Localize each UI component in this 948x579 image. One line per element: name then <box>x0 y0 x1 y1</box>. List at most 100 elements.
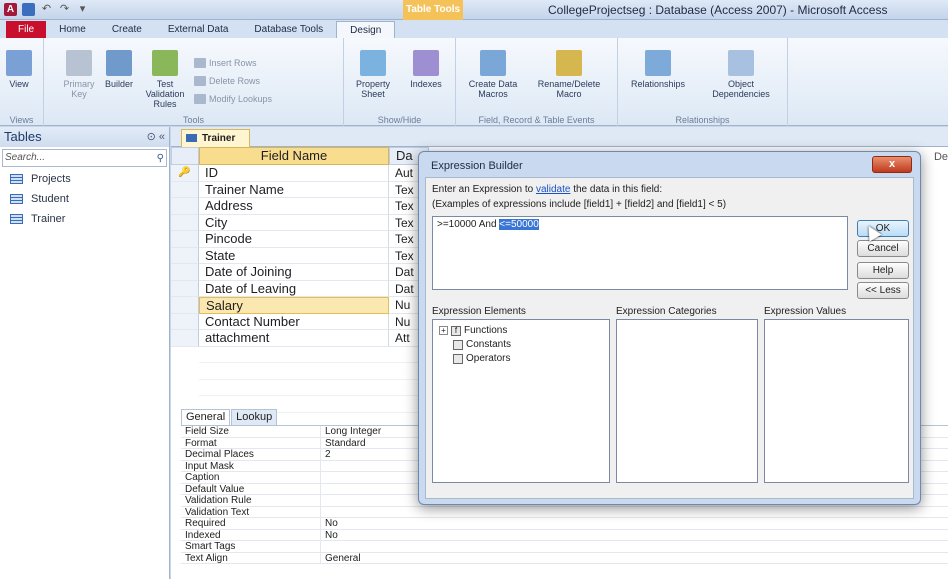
row-selector[interactable] <box>171 330 199 347</box>
expression-text: >=10000 And <box>437 219 500 230</box>
property-value[interactable] <box>321 507 948 518</box>
field-name-cell[interactable]: ID <box>199 165 389 182</box>
object-dependencies-button[interactable]: Object Dependencies <box>704 50 778 99</box>
indexes-button[interactable]: Indexes <box>404 50 448 89</box>
field-name-cell[interactable]: Contact Number <box>199 313 389 330</box>
row-selector[interactable] <box>171 313 199 330</box>
row-selector-header <box>171 147 199 165</box>
row-selector[interactable] <box>171 280 199 297</box>
relationships-button[interactable]: Relationships <box>624 50 692 89</box>
row-selector[interactable] <box>171 214 199 231</box>
field-name-cell[interactable]: Address <box>199 198 389 215</box>
customize-qat-icon[interactable]: ▾ <box>76 3 89 16</box>
property-row[interactable]: Validation Text <box>181 506 948 518</box>
key-icon <box>66 50 92 76</box>
tab-external-data[interactable]: External Data <box>155 21 242 38</box>
undo-icon[interactable]: ↶ <box>40 3 53 16</box>
modify-lookups-button[interactable]: Modify Lookups <box>194 94 272 104</box>
row-selector[interactable] <box>171 198 199 215</box>
tab-design[interactable]: Design <box>336 21 396 38</box>
group-tools: Primary Key Builder Test Validation Rule… <box>44 38 344 126</box>
expression-categories-list[interactable] <box>616 319 758 483</box>
row-selector[interactable] <box>171 297 199 314</box>
less-button[interactable]: << Less <box>857 282 909 299</box>
insert-rows-button[interactable]: Insert Rows <box>194 58 257 68</box>
view-button[interactable]: View <box>6 50 32 89</box>
cancel-button[interactable]: Cancel <box>857 240 909 257</box>
delete-rows-button[interactable]: Delete Rows <box>194 76 260 86</box>
help-button[interactable]: Help <box>857 262 909 279</box>
tab-home[interactable]: Home <box>46 21 99 38</box>
access-logo-icon[interactable]: A <box>4 3 17 16</box>
dialog-body: Enter an Expression to validate the data… <box>425 177 914 499</box>
property-row[interactable]: Text Align General <box>181 552 948 564</box>
nav-search-input[interactable]: Search... ⚲ <box>2 149 167 167</box>
tab-database-tools[interactable]: Database Tools <box>241 21 336 38</box>
tree-item-constants[interactable]: Constants <box>453 339 511 350</box>
dialog-close-button[interactable]: x <box>872 156 912 173</box>
field-name-cell[interactable]: Date of Leaving <box>199 280 389 297</box>
property-row[interactable]: Required No <box>181 518 948 530</box>
indexes-lightning-icon <box>413 50 439 76</box>
tree-item-operators[interactable]: Operators <box>453 353 510 364</box>
builder-button[interactable]: Builder <box>102 50 136 89</box>
tab-lookup[interactable]: Lookup <box>231 409 278 425</box>
modify-lookups-label: Modify Lookups <box>209 94 273 104</box>
expression-builder-dialog: Expression Builder x Enter an Expression… <box>418 151 921 505</box>
save-icon[interactable] <box>22 3 35 16</box>
property-label: Decimal Places <box>181 449 321 461</box>
tab-general[interactable]: General <box>181 409 231 425</box>
expression-categories-label: Expression Categories <box>616 306 717 317</box>
table-icon <box>10 174 23 184</box>
expand-plus-icon[interactable]: + <box>439 326 448 335</box>
property-row[interactable]: Smart Tags <box>181 541 948 553</box>
field-name-cell[interactable]: Salary <box>199 297 389 314</box>
field-name-cell[interactable]: Pincode <box>199 231 389 248</box>
nav-item-trainer[interactable]: Trainer <box>0 209 169 229</box>
group-label-show-hide: Show/Hide <box>377 115 422 125</box>
row-selector[interactable] <box>171 264 199 281</box>
nav-item-label: Trainer <box>31 213 66 225</box>
rename-macro-icon <box>556 50 582 76</box>
document-tab-trainer[interactable]: Trainer <box>181 129 251 147</box>
navigation-pane: Tables ⊙ « Search... ⚲ Projects Student … <box>0 127 170 579</box>
tree-item-functions[interactable]: + f Functions <box>439 325 507 336</box>
empty-field-row[interactable] <box>199 380 429 396</box>
empty-field-row[interactable] <box>199 363 429 380</box>
validate-link[interactable]: validate <box>536 184 570 195</box>
nav-item-projects[interactable]: Projects <box>0 169 169 189</box>
field-name-cell[interactable]: attachment <box>199 330 389 347</box>
row-selector[interactable] <box>171 247 199 264</box>
field-name-cell[interactable]: City <box>199 214 389 231</box>
expression-values-list[interactable] <box>764 319 909 483</box>
property-label: Indexed <box>181 529 321 541</box>
rename-delete-macro-button[interactable]: Rename/Delete Macro <box>528 50 610 99</box>
nav-item-student[interactable]: Student <box>0 189 169 209</box>
table-icon <box>10 194 23 204</box>
create-data-macros-button[interactable]: Create Data Macros <box>462 50 524 99</box>
nav-header[interactable]: Tables ⊙ « <box>0 127 169 147</box>
field-name-cell[interactable]: Trainer Name <box>199 181 389 198</box>
redo-icon[interactable]: ↷ <box>58 3 71 16</box>
field-name-cell[interactable]: State <box>199 247 389 264</box>
search-icon[interactable]: ⚲ <box>157 151 164 167</box>
test-validation-rules-button[interactable]: Test Validation Rules <box>139 50 191 109</box>
primary-key-button[interactable]: Primary Key <box>62 50 96 99</box>
relationships-label: Relationships <box>630 79 686 89</box>
property-sheet-button[interactable]: Property Sheet <box>348 50 398 99</box>
property-value[interactable]: No <box>321 518 948 530</box>
rename-delete-macro-label: Rename/Delete Macro <box>537 79 601 99</box>
property-value[interactable]: General <box>321 553 948 564</box>
property-row[interactable]: Indexed No <box>181 529 948 541</box>
tab-file[interactable]: File <box>6 21 47 38</box>
nav-pane-collapse-icon[interactable]: ⊙ « <box>147 127 165 147</box>
field-name-cell[interactable]: Date of Joining <box>199 264 389 281</box>
empty-field-row[interactable] <box>199 347 429 363</box>
property-value[interactable] <box>321 541 948 553</box>
row-selector[interactable] <box>171 231 199 248</box>
property-value[interactable]: No <box>321 530 948 541</box>
expression-elements-list[interactable]: + f Functions Constants Operators <box>432 319 610 483</box>
row-selector[interactable] <box>171 181 199 198</box>
expression-input[interactable]: >=10000 And <=50000 <box>432 216 848 290</box>
tab-create[interactable]: Create <box>99 21 155 38</box>
